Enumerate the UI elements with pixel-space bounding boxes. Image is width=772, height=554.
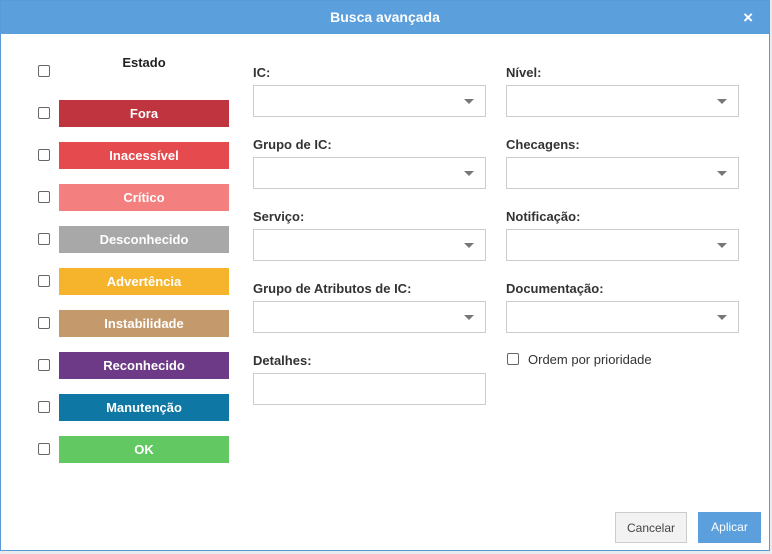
service-select[interactable] bbox=[253, 229, 486, 261]
state-ok-checkbox[interactable] bbox=[38, 443, 50, 455]
priority-order-label: Ordem por prioridade bbox=[528, 352, 652, 367]
close-icon[interactable]: × bbox=[743, 8, 753, 28]
cancel-button[interactable]: Cancelar bbox=[615, 512, 687, 543]
state-fora-button[interactable]: Fora bbox=[59, 100, 229, 127]
ic-select[interactable] bbox=[253, 85, 486, 117]
state-advertencia-checkbox[interactable] bbox=[38, 275, 50, 287]
level-label: Nível: bbox=[506, 65, 542, 80]
notification-select[interactable] bbox=[506, 229, 739, 261]
chevron-down-icon bbox=[717, 171, 727, 176]
level-select[interactable] bbox=[506, 85, 739, 117]
chevron-down-icon bbox=[464, 243, 474, 248]
documentation-label: Documentação: bbox=[506, 281, 604, 296]
state-advertencia-button[interactable]: Advertência bbox=[59, 268, 229, 295]
chevron-down-icon bbox=[717, 243, 727, 248]
state-ok-button[interactable]: OK bbox=[59, 436, 229, 463]
state-instabilidade-button[interactable]: Instabilidade bbox=[59, 310, 229, 337]
state-inacessivel-checkbox[interactable] bbox=[38, 149, 50, 161]
state-header: Estado bbox=[122, 55, 166, 70]
ic-label: IC: bbox=[253, 65, 271, 80]
chevron-down-icon bbox=[464, 99, 474, 104]
ic-attribute-group-label: Grupo de Atributos de IC: bbox=[253, 281, 412, 296]
state-manutencao-checkbox[interactable] bbox=[38, 401, 50, 413]
chevron-down-icon bbox=[464, 315, 474, 320]
chevron-down-icon bbox=[717, 315, 727, 320]
dialog-title: Busca avançada bbox=[330, 9, 440, 25]
state-manutencao-button[interactable]: Manutenção bbox=[59, 394, 229, 421]
state-critico-button[interactable]: Crítico bbox=[59, 184, 229, 211]
state-all-checkbox[interactable] bbox=[38, 65, 50, 77]
checks-label: Checagens: bbox=[506, 137, 580, 152]
documentation-select[interactable] bbox=[506, 301, 739, 333]
details-input[interactable] bbox=[253, 373, 486, 405]
checks-select[interactable] bbox=[506, 157, 739, 189]
state-reconhecido-button[interactable]: Reconhecido bbox=[59, 352, 229, 379]
dialog-titlebar: Busca avançada × bbox=[1, 1, 769, 34]
ic-attribute-group-select[interactable] bbox=[253, 301, 486, 333]
ic-group-label: Grupo de IC: bbox=[253, 137, 332, 152]
state-critico-checkbox[interactable] bbox=[38, 191, 50, 203]
state-desconhecido-button[interactable]: Desconhecido bbox=[59, 226, 229, 253]
state-inacessivel-button[interactable]: Inacessível bbox=[59, 142, 229, 169]
details-label: Detalhes: bbox=[253, 353, 312, 368]
state-desconhecido-checkbox[interactable] bbox=[38, 233, 50, 245]
service-label: Serviço: bbox=[253, 209, 305, 224]
priority-order-checkbox[interactable] bbox=[507, 353, 519, 365]
apply-button[interactable]: Aplicar bbox=[698, 512, 761, 543]
chevron-down-icon bbox=[717, 99, 727, 104]
notification-label: Notificação: bbox=[506, 209, 581, 224]
state-reconhecido-checkbox[interactable] bbox=[38, 359, 50, 371]
state-fora-checkbox[interactable] bbox=[38, 107, 50, 119]
ic-group-select[interactable] bbox=[253, 157, 486, 189]
chevron-down-icon bbox=[464, 171, 474, 176]
advanced-search-dialog: Busca avançada × Estado Fora Inacessível… bbox=[0, 0, 770, 551]
state-instabilidade-checkbox[interactable] bbox=[38, 317, 50, 329]
